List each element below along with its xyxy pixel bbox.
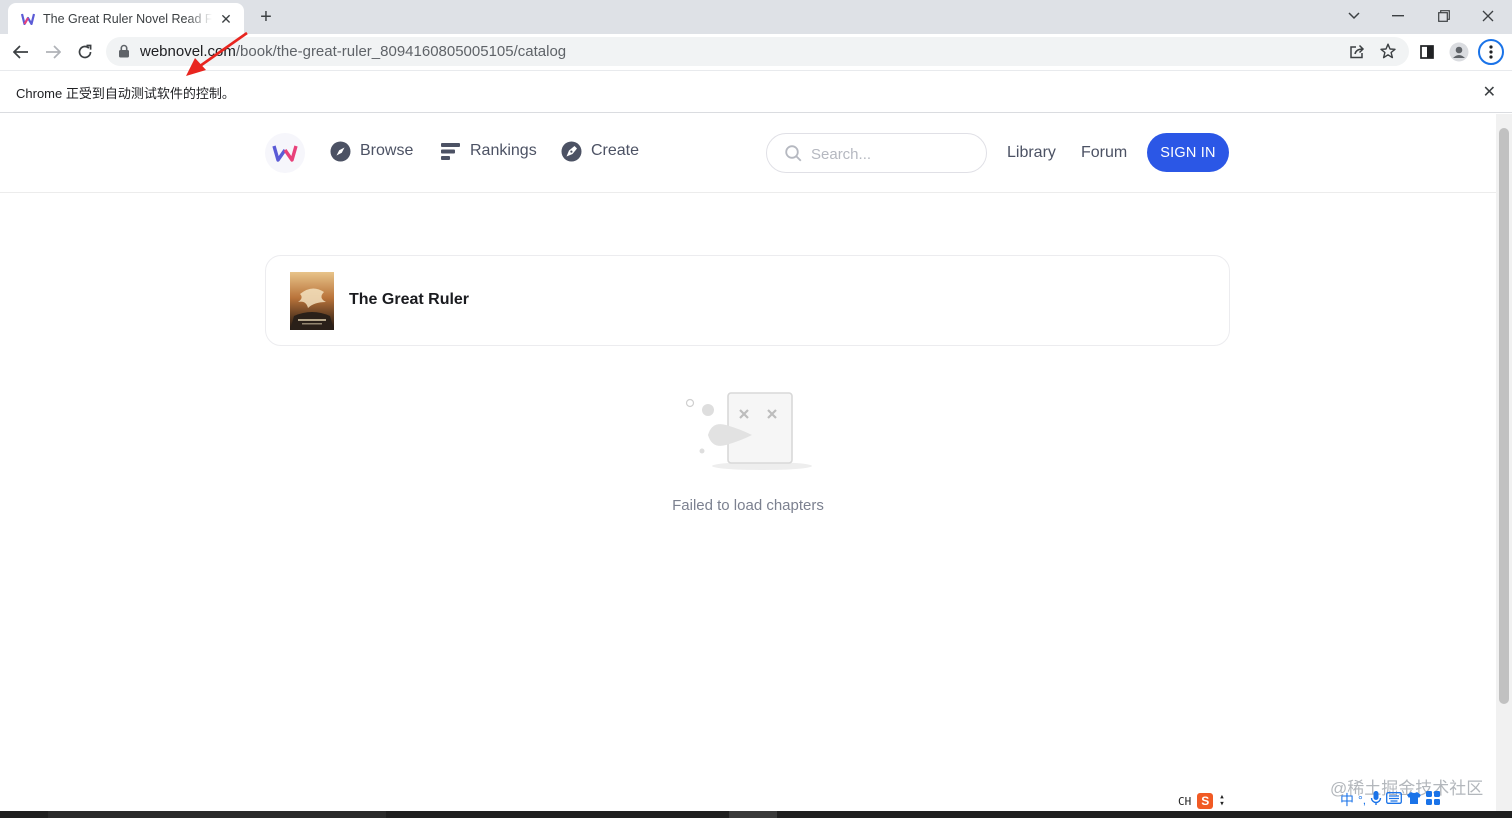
os-taskbar <box>0 811 1512 818</box>
profile-avatar-icon[interactable] <box>1448 41 1470 63</box>
skin-shirt-icon[interactable] <box>1406 791 1422 810</box>
microphone-icon[interactable] <box>1370 790 1382 811</box>
webpage: Browse Rankings Create Library Forum SIG… <box>0 114 1496 811</box>
new-tab-button[interactable]: + <box>255 6 277 28</box>
empty-state-message: Failed to load chapters <box>672 497 824 514</box>
nav-create-label: Create <box>591 142 640 159</box>
search-icon <box>785 145 802 167</box>
book-card[interactable]: The Great Ruler <box>265 255 1230 346</box>
chrome-menu-icon[interactable] <box>1478 39 1504 65</box>
browser-toolbar: webnovel.com/book/the-great-ruler_809416… <box>0 34 1512 70</box>
taskbar-item[interactable] <box>48 811 386 818</box>
minimize-button[interactable] <box>1384 4 1412 28</box>
ime-menu-icon[interactable]: ▴ ▾ <box>1219 793 1224 809</box>
nav-create[interactable]: Create <box>560 140 639 162</box>
forward-arrow-icon[interactable] <box>41 40 65 64</box>
compass-icon <box>329 140 351 162</box>
infobar-close-icon[interactable]: ✕ <box>1483 82 1496 102</box>
scrollbar-thumb[interactable] <box>1499 128 1509 704</box>
empty-state-illustration <box>685 392 812 470</box>
restore-button[interactable] <box>1430 4 1458 28</box>
url-path: /book/the-great-ruler_8094160805005105/c… <box>235 43 567 60</box>
browser-tab-active[interactable]: The Great Ruler Novel Read Free - Webnov… <box>8 3 244 34</box>
forum-link[interactable]: Forum <box>1081 144 1127 162</box>
site-header: Browse Rankings Create Library Forum SIG… <box>0 114 1496 193</box>
taskbar-item[interactable] <box>729 811 777 818</box>
nav-browse[interactable]: Browse <box>329 140 413 162</box>
nav-browse-label: Browse <box>360 142 414 159</box>
nav-rankings-label: Rankings <box>470 142 537 159</box>
close-window-button[interactable] <box>1474 4 1502 28</box>
pen-nib-icon <box>560 140 582 162</box>
webnovel-logo-icon[interactable] <box>265 133 305 173</box>
tab-title: The Great Ruler Novel Read Free - Webnov… <box>43 11 212 26</box>
book-cover[interactable] <box>290 272 334 330</box>
share-icon[interactable] <box>1346 40 1368 62</box>
address-bar[interactable]: webnovel.com/book/the-great-ruler_809416… <box>106 37 1409 66</box>
punctuation-icon[interactable]: °, <box>1358 793 1366 807</box>
reload-icon[interactable] <box>73 40 97 64</box>
bookmark-star-icon[interactable] <box>1377 40 1399 62</box>
side-panel-icon[interactable] <box>1416 41 1438 63</box>
tab-search-chevron-icon[interactable] <box>1340 4 1368 28</box>
lock-icon[interactable] <box>118 44 132 58</box>
book-title[interactable]: The Great Ruler <box>349 291 469 309</box>
tab-strip: The Great Ruler Novel Read Free - Webnov… <box>0 0 1512 34</box>
page-scrollbar[interactable] <box>1496 114 1512 811</box>
automation-infobar: Chrome 正受到自动测试软件的控制。 ✕ <box>0 70 1512 113</box>
nav-rankings[interactable]: Rankings <box>439 140 537 162</box>
url-text[interactable]: webnovel.com/book/the-great-ruler_809416… <box>140 43 566 60</box>
search-box[interactable] <box>766 133 987 173</box>
library-link[interactable]: Library <box>1007 144 1056 162</box>
ime-mode-label[interactable]: 中 <box>1340 790 1354 810</box>
url-host: webnovel.com <box>140 43 236 60</box>
ime-language-label: CH <box>1178 794 1192 808</box>
search-input[interactable] <box>811 143 971 165</box>
toolbox-grid-icon[interactable] <box>1426 790 1441 810</box>
ime-toolbar[interactable]: 中 °, <box>1340 789 1441 811</box>
ime-indicator[interactable]: CH S ▴ ▾ <box>1178 791 1225 811</box>
infobar-message: Chrome 正受到自动测试软件的控制。 <box>16 86 235 101</box>
tab-close-icon[interactable]: ✕ <box>218 11 234 27</box>
keyboard-icon[interactable] <box>1386 791 1403 809</box>
sogou-ime-icon: S <box>1197 793 1214 809</box>
rankings-icon <box>439 140 461 162</box>
sign-in-button[interactable]: SIGN IN <box>1147 133 1229 172</box>
back-arrow-icon[interactable] <box>9 40 33 64</box>
webnovel-favicon-icon <box>20 11 36 27</box>
